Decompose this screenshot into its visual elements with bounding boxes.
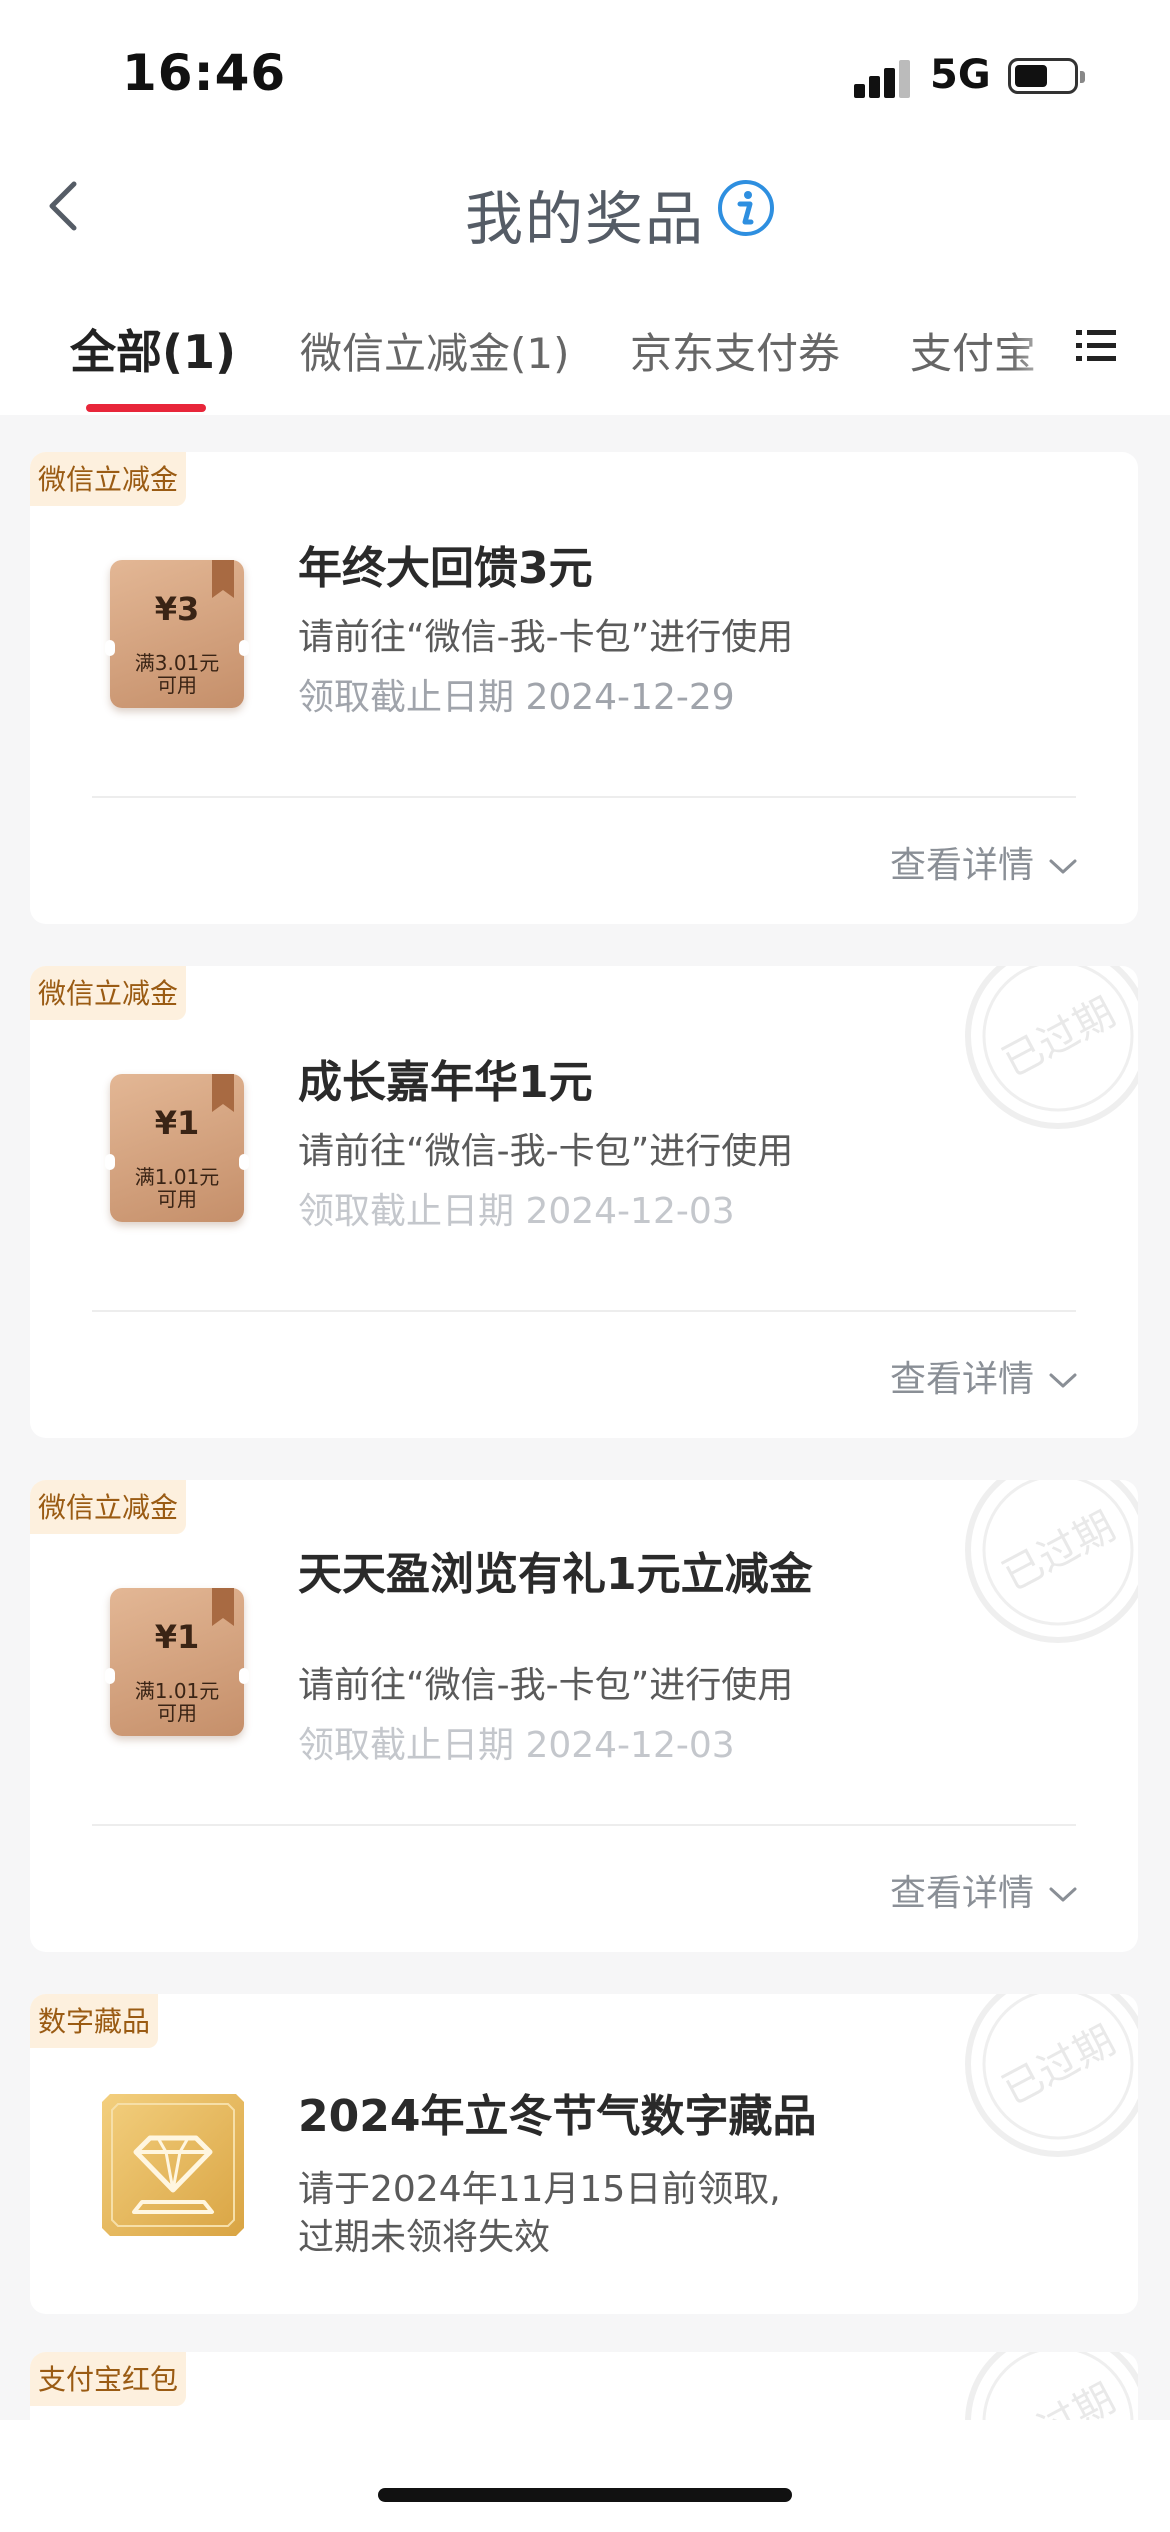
category-tag: 微信立减金 [30, 452, 187, 506]
view-details-button[interactable]: 查看详情 [890, 836, 1078, 888]
prize-usage-hint: 请前往“微信-我-卡包”进行使用 [298, 1665, 794, 1706]
prize-deadline: 领取截止日期 2024-12-29 [298, 677, 735, 718]
coupon-usable: 可用 [157, 1187, 197, 1211]
coupon-condition: 满3.01元 [134, 651, 220, 675]
prize-title: 2024年立冬节气数字藏品 [298, 2091, 817, 2142]
coupon-condition: 满1.01元 [134, 1679, 220, 1703]
prize-deadline: 领取截止日期 2024-12-03 [298, 1191, 735, 1232]
coupon-condition: 满1.01元 [134, 1165, 220, 1189]
tab-wechat-discount[interactable]: 微信立减金(1) [300, 320, 570, 381]
info-button[interactable] [716, 178, 776, 238]
coupon-amount: ¥1 [154, 1104, 200, 1142]
coupon-usable: 可用 [157, 673, 197, 697]
expired-stamp-icon: 已过期 [965, 966, 1138, 1129]
coupon-icon: ¥1 满1.01元 可用 [105, 1588, 249, 1736]
tab-active-indicator [86, 404, 206, 412]
divider [92, 1824, 1076, 1826]
tab-all[interactable]: 全部(1) [70, 316, 236, 382]
prize-deadline: 领取截止日期 2024-12-03 [298, 1725, 735, 1766]
view-details-button[interactable]: 查看详情 [890, 1350, 1078, 1402]
view-details-label: 查看详情 [889, 1873, 1034, 1914]
view-details-button[interactable]: 查看详情 [890, 1864, 1078, 1916]
expired-stamp-icon: 已过期 [965, 1994, 1138, 2157]
prize-title: 年终大回馈3元 [298, 543, 593, 594]
category-tag: 数字藏品 [30, 1994, 159, 2048]
coupon-usable: 可用 [157, 1701, 197, 1725]
category-tag: 微信立减金 [30, 966, 187, 1020]
prize-title: 天天盈浏览有礼1元立减金 [298, 1549, 813, 1600]
divider [92, 1310, 1076, 1312]
coupon-amount: ¥1 [154, 1618, 200, 1656]
expired-stamp-text: 已过期 [995, 2017, 1123, 2114]
view-details-label: 查看详情 [889, 1359, 1034, 1400]
prize-usage-hint: 请前往“微信-我-卡包”进行使用 [298, 617, 794, 658]
tab-jd-pay-coupon[interactable]: 京东支付券 [630, 320, 840, 381]
prize-expiry-note: 过期未领将失效 [298, 2217, 551, 2258]
tab-bar: 全部(1) 微信立减金(1) 京东支付券 支付宝 [0, 300, 1170, 415]
prize-usage-hint: 请前往“微信-我-卡包”进行使用 [298, 1131, 794, 1172]
list-menu-icon [1076, 330, 1116, 361]
prize-claim-deadline: 请于2024年11月15日前领取, [298, 2169, 781, 2210]
prize-card[interactable]: 已过期 微信立减金 ¥1 满1.01元 可用 成长嘉年华1元 请前往“微信-我-卡… [30, 966, 1138, 1438]
expired-stamp-icon: 已过期 [965, 1480, 1138, 1643]
chevron-down-icon [1049, 859, 1077, 874]
chevron-down-icon [1049, 1887, 1077, 1902]
home-indicator[interactable] [378, 2488, 792, 2502]
category-tag: 支付宝红包 [30, 2352, 187, 2406]
view-details-label: 查看详情 [889, 845, 1034, 886]
coupon-icon: ¥1 满1.01元 可用 [105, 1074, 249, 1222]
prize-card[interactable]: 已过期 数字藏品 2024年立冬节气数字藏品 请于2024年11月15日前领取,… [30, 1994, 1138, 2314]
prize-card[interactable]: 已过期 微信立减金 ¥1 满1.01元 可用 天天盈浏览有礼1元立减金 请前往“微… [30, 1480, 1138, 1952]
coupon-icon: ¥3 满3.01元 可用 [105, 560, 249, 708]
bottom-safe-area [0, 2420, 1170, 2532]
prize-card[interactable]: 微信立减金 ¥3 满3.01元 可用 年终大回馈3元 请前往“微信-我-卡包”进行… [30, 452, 1138, 924]
battery-icon [1008, 58, 1085, 94]
prize-title: 成长嘉年华1元 [298, 1057, 593, 1108]
signal-icon [854, 58, 914, 98]
expired-stamp-text: 已过期 [995, 1503, 1123, 1600]
chevron-down-icon [1049, 1373, 1077, 1388]
status-time: 16:46 [122, 44, 287, 102]
coupon-amount: ¥3 [154, 590, 200, 628]
info-icon [718, 180, 774, 236]
network-label: 5G [930, 52, 991, 98]
page-title: 我的奖品 [464, 185, 705, 253]
digital-collectible-icon [102, 2094, 244, 2236]
category-tag: 微信立减金 [30, 1480, 187, 1534]
category-menu-button[interactable] [1074, 324, 1118, 368]
divider [92, 796, 1076, 798]
expired-stamp-text: 已过期 [995, 989, 1123, 1086]
